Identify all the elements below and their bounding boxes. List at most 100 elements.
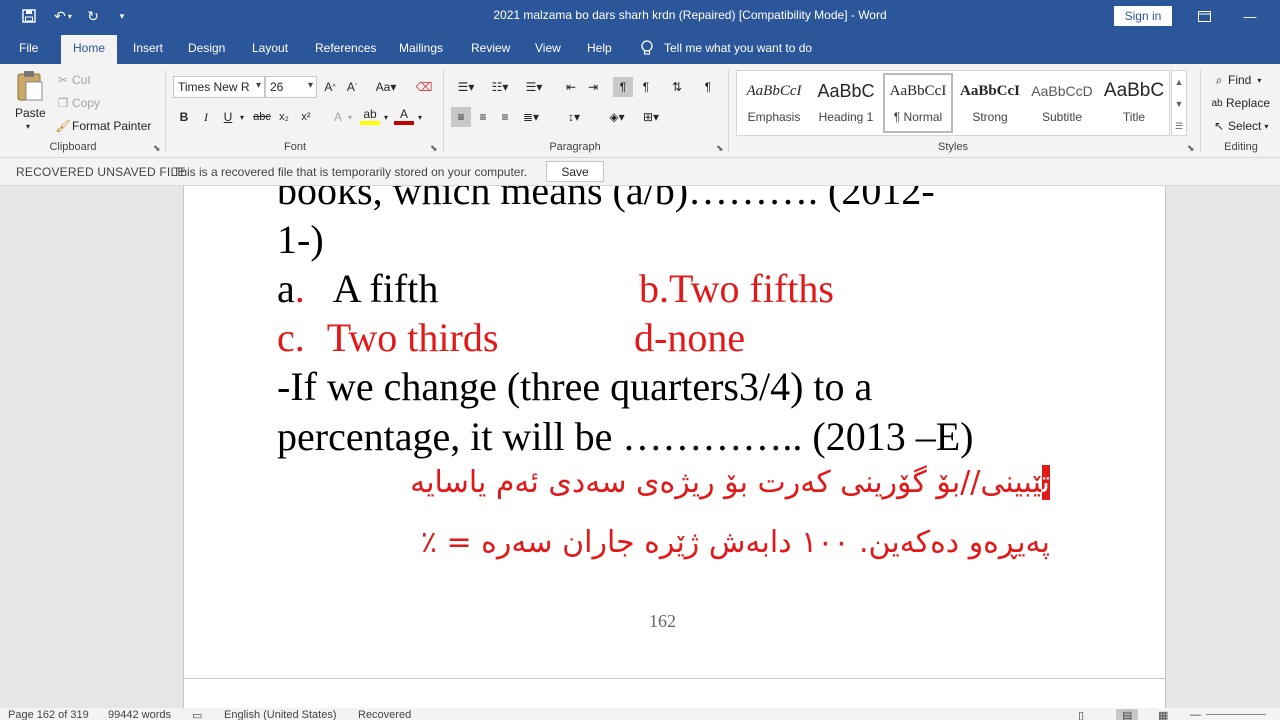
select-button[interactable]: ↖ Select ▾ xyxy=(1210,117,1268,135)
bold-icon[interactable]: B xyxy=(174,107,194,127)
chevron-down-icon: ▾ xyxy=(307,80,313,91)
line-spacing-icon[interactable]: ↕▾ xyxy=(560,107,588,127)
read-mode-icon[interactable]: ▯ xyxy=(1078,709,1084,720)
chevron-down-icon[interactable]: ▼ xyxy=(1172,93,1186,115)
strikethrough-icon[interactable]: abc xyxy=(252,107,272,127)
zoom-slider[interactable] xyxy=(1206,714,1266,715)
styles-gallery-scroll[interactable]: ▲ ▼ ☰ xyxy=(1171,70,1187,136)
save-icon[interactable] xyxy=(18,6,40,26)
tab-view[interactable]: View xyxy=(535,41,561,55)
paste-label[interactable]: Paste xyxy=(15,106,46,120)
select-label: Select xyxy=(1228,119,1262,133)
styles-group-label: Styles xyxy=(938,141,968,153)
decrease-indent-icon[interactable]: ⇤ xyxy=(561,77,581,97)
proofing-icon[interactable]: ▭ xyxy=(192,709,202,720)
redo-icon[interactable]: ↻ xyxy=(82,6,104,26)
multilevel-list-icon[interactable]: ☰▾ xyxy=(520,77,548,97)
tab-file[interactable]: File xyxy=(19,41,38,55)
align-center-icon[interactable]: ≡ xyxy=(473,107,493,127)
text-effects-dropdown-icon[interactable]: ▾ xyxy=(344,107,356,127)
align-right-icon[interactable]: ≡ xyxy=(495,107,515,127)
style-title[interactable]: AaBbC Title xyxy=(1099,73,1169,133)
tab-layout[interactable]: Layout xyxy=(252,41,288,55)
more-styles-icon[interactable]: ☰ xyxy=(1172,115,1186,137)
page-count[interactable]: Page 162 of 319 xyxy=(8,709,89,720)
ribbon-display-icon[interactable] xyxy=(1192,6,1216,26)
font-color-dropdown-icon[interactable]: ▾ xyxy=(414,107,426,127)
replace-button[interactable]: ab Replace xyxy=(1208,94,1270,112)
underline-dropdown-icon[interactable]: ▾ xyxy=(236,107,248,127)
paragraph-launcher-icon[interactable]: ⬊ xyxy=(716,143,724,154)
minimize-icon[interactable]: — xyxy=(1238,6,1262,26)
shrink-font-icon[interactable]: Aˇ xyxy=(342,77,362,97)
italic-icon[interactable]: I xyxy=(196,107,216,127)
divider xyxy=(728,70,729,152)
copy-label: Copy xyxy=(72,96,101,110)
page-number: 162 xyxy=(649,611,676,631)
style-strong[interactable]: AaBbCcI Strong xyxy=(955,73,1025,133)
tab-home[interactable]: Home xyxy=(61,35,118,64)
tab-design[interactable]: Design xyxy=(188,41,225,55)
tab-mailings[interactable]: Mailings xyxy=(399,41,443,55)
rtl-direction-icon[interactable]: ¶ xyxy=(636,77,656,97)
tab-insert[interactable]: Insert xyxy=(133,41,163,55)
tab-references[interactable]: References xyxy=(315,41,376,55)
styles-launcher-icon[interactable]: ⬊ xyxy=(1187,143,1195,154)
sign-in-button[interactable]: Sign in xyxy=(1114,6,1172,26)
find-button[interactable]: ⌕ Find ▾ xyxy=(1210,71,1262,89)
paste-dropdown-icon[interactable]: ▾ xyxy=(26,122,30,131)
font-launcher-icon[interactable]: ⬊ xyxy=(430,143,438,154)
document-line: books, which means (a/b)………. (2012- xyxy=(277,186,935,213)
save-button[interactable]: Save xyxy=(546,161,604,182)
print-layout-icon[interactable]: ▤ xyxy=(1116,709,1139,720)
tell-me-search[interactable]: Tell me what you want to do xyxy=(640,40,812,56)
font-size-combo[interactable]: 26 ▾ xyxy=(265,76,317,98)
customize-toolbar-icon[interactable]: ▾ xyxy=(111,6,133,26)
document-area[interactable]: books, which means (a/b)………. (2012- 1-) … xyxy=(0,186,1280,708)
underline-icon[interactable]: U xyxy=(218,107,238,127)
ltr-direction-icon[interactable]: ¶ xyxy=(613,77,633,97)
style-normal[interactable]: AaBbCcI ¶ Normal xyxy=(883,73,953,133)
cut-label: Cut xyxy=(72,73,91,87)
clear-formatting-icon[interactable]: ⌫ xyxy=(414,77,434,97)
bullets-icon[interactable]: ☰▾ xyxy=(452,77,480,97)
change-case-icon[interactable]: Aa▾ xyxy=(372,77,400,97)
style-heading-1[interactable]: AaBbC Heading 1 xyxy=(811,73,881,133)
word-count[interactable]: 99442 words xyxy=(108,709,171,720)
tab-review[interactable]: Review xyxy=(471,41,510,55)
undo-icon[interactable]: ↶ ▾ xyxy=(48,6,78,26)
clipboard-launcher-icon[interactable]: ⬊ xyxy=(153,143,161,154)
language[interactable]: English (United States) xyxy=(224,709,337,720)
justify-icon[interactable]: ≣▾ xyxy=(517,107,545,127)
web-layout-icon[interactable]: ▦ xyxy=(1158,709,1168,720)
document-page[interactable]: books, which means (a/b)………. (2012- 1-) … xyxy=(183,186,1166,684)
increase-indent-icon[interactable]: ⇥ xyxy=(583,77,603,97)
borders-icon[interactable]: ⊞▾ xyxy=(636,107,666,127)
next-page[interactable] xyxy=(183,678,1166,708)
font-color-icon[interactable]: A xyxy=(394,107,414,125)
option-c-letter: c. xyxy=(277,315,305,360)
superscript-icon[interactable]: x² xyxy=(296,107,316,127)
option-a-letter: a xyxy=(277,266,295,311)
align-left-icon[interactable]: ≡ xyxy=(451,107,471,127)
highlight-dropdown-icon[interactable]: ▾ xyxy=(380,107,392,127)
divider xyxy=(1200,70,1201,152)
tab-help[interactable]: Help xyxy=(587,41,612,55)
style-emphasis[interactable]: AaBbCcI Emphasis xyxy=(739,73,809,133)
style-subtitle[interactable]: AaBbCcD Subtitle xyxy=(1027,73,1097,133)
shading-icon[interactable]: ◈▾ xyxy=(602,107,632,127)
font-name-combo[interactable]: Times New R ▾ xyxy=(173,76,265,98)
zoom-out-icon[interactable]: — xyxy=(1190,709,1201,720)
highlight-icon[interactable]: ab xyxy=(360,107,380,125)
show-formatting-icon[interactable]: ¶ xyxy=(698,77,718,97)
paste-button[interactable] xyxy=(14,70,46,102)
sort-icon[interactable]: ⇅ xyxy=(667,77,687,97)
copy-button[interactable]: ❐ Copy xyxy=(54,94,100,112)
format-painter-button[interactable]: 🖌 Format Painter xyxy=(54,117,151,135)
chevron-up-icon[interactable]: ▲ xyxy=(1172,71,1186,93)
subscript-icon[interactable]: x₂ xyxy=(274,107,294,127)
cut-button[interactable]: ✂ Cut xyxy=(54,71,91,89)
option-a-text: A fifth xyxy=(332,266,439,311)
grow-font-icon[interactable]: A ^ xyxy=(320,77,340,97)
numbering-icon[interactable]: ☷▾ xyxy=(486,77,514,97)
